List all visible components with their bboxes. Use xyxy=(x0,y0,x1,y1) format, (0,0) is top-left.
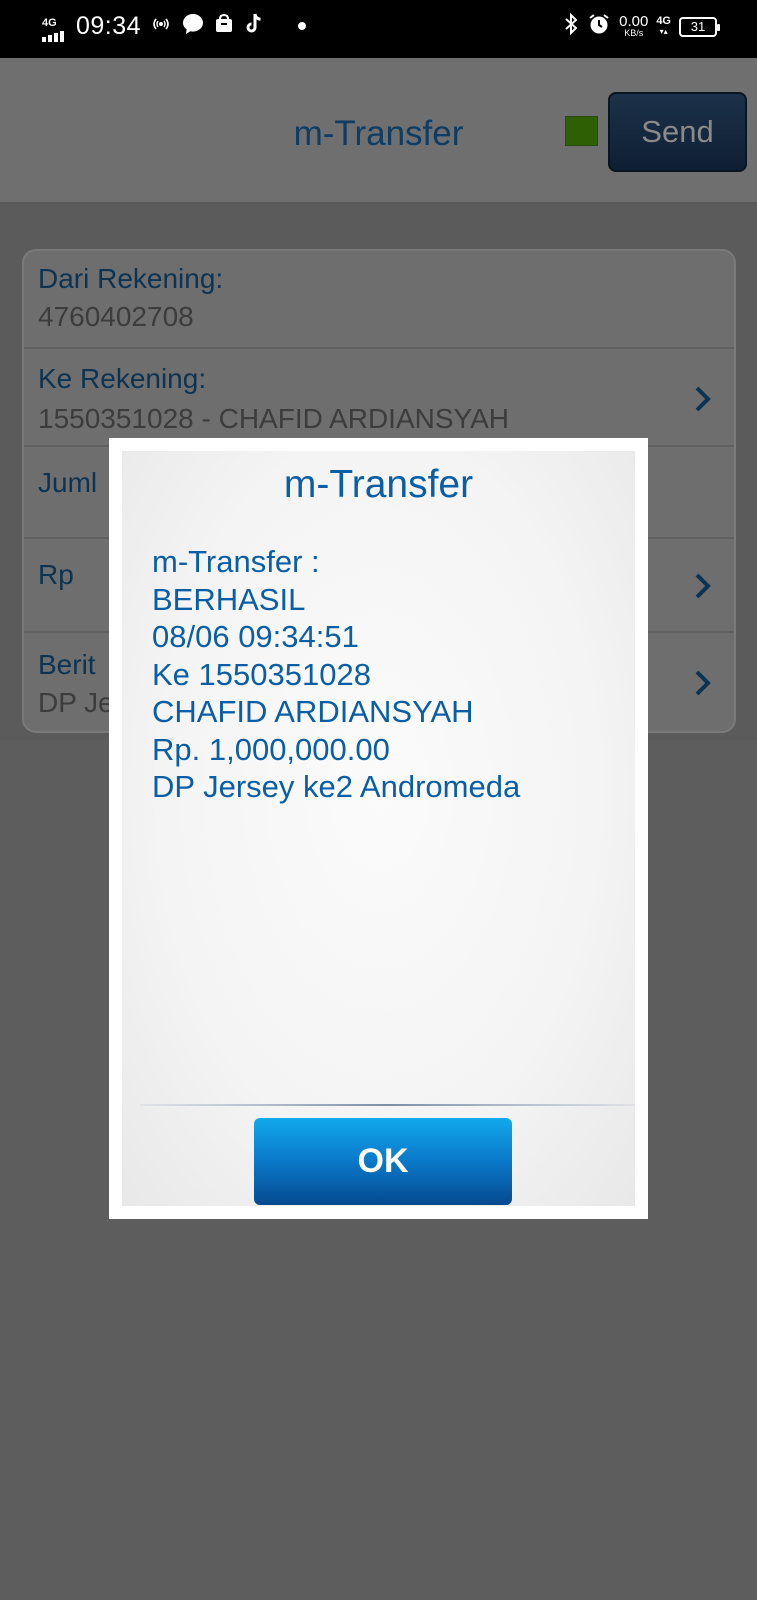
currency-label: Rp xyxy=(38,559,74,590)
dialog-line: BERHASIL xyxy=(152,581,306,617)
hotspot-icon xyxy=(149,16,173,37)
network-speed: 0.00 KB/s xyxy=(619,14,648,38)
dialog-line: CHAFID ARDIANSYAH xyxy=(152,694,474,729)
dialog-line: Ke 1550351028 xyxy=(152,656,371,692)
note-label: Berit xyxy=(38,649,96,680)
ok-button[interactable]: OK xyxy=(254,1118,512,1205)
bluetooth-icon xyxy=(563,12,579,41)
status-bar-left: 4G 09:34 xyxy=(40,12,307,42)
divider xyxy=(140,1104,635,1106)
note-value: DP Je xyxy=(38,687,114,718)
dialog-line: 08/06 09:34:51 xyxy=(152,619,359,654)
status-bar: 4G 09:34 0.00 KB/s 4G ▾▴ 31 xyxy=(0,0,757,58)
amount-label: Juml xyxy=(38,467,98,498)
network-type-label: 4G xyxy=(656,15,671,27)
dialog-line: DP Jersey ke2 Andromeda xyxy=(152,769,521,804)
shop-icon xyxy=(213,13,235,40)
dialog-line: m-Transfer : xyxy=(152,544,320,579)
dialog-body: m-Transfer m-Transfer : BERHASIL 08/06 0… xyxy=(122,451,635,1206)
to-account-label: Ke Rekening: xyxy=(38,363,207,394)
clock: 09:34 xyxy=(76,12,142,40)
status-bar-right: 0.00 KB/s 4G ▾▴ 31 xyxy=(563,12,720,41)
dot-icon xyxy=(297,18,307,36)
signal-icon: 4G xyxy=(40,13,68,42)
network-type-right: 4G ▾▴ xyxy=(656,15,671,37)
speed-unit: KB/s xyxy=(624,28,644,38)
chevron-right-icon xyxy=(695,386,711,412)
from-account-label: Dari Rekening: xyxy=(38,263,224,294)
tiktok-icon xyxy=(243,12,265,41)
chevron-right-icon xyxy=(695,670,711,696)
connection-status-indicator xyxy=(565,116,598,146)
to-account-value: 1550351028 - CHAFID ARDIANSYAH xyxy=(38,403,510,434)
to-account-row[interactable]: Ke Rekening: 1550351028 - CHAFID ARDIANS… xyxy=(24,349,734,447)
dialog-title: m-Transfer xyxy=(283,463,474,506)
network-type: 4G xyxy=(42,16,57,29)
app-header: m-Transfer Send xyxy=(0,58,757,204)
from-account-row: Dari Rekening: 4760402708 xyxy=(24,251,734,349)
alarm-icon xyxy=(587,12,611,41)
dialog-message: m-Transfer : BERHASIL 08/06 09:34:51 Ke … xyxy=(152,543,520,806)
battery-icon: 31 xyxy=(679,16,720,37)
result-dialog: m-Transfer m-Transfer : BERHASIL 08/06 0… xyxy=(109,438,648,1219)
chat-icon xyxy=(181,12,205,41)
from-account-value: 4760402708 xyxy=(38,301,194,332)
send-button[interactable]: Send xyxy=(608,92,747,172)
dialog-line: Rp. 1,000,000.00 xyxy=(152,731,390,767)
chevron-right-icon xyxy=(695,573,711,599)
